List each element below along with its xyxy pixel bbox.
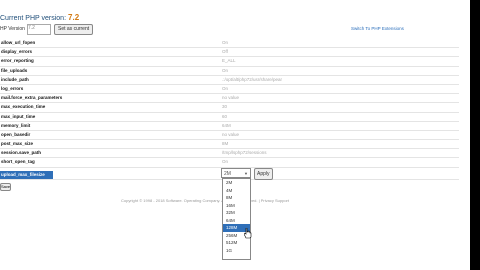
option-name: open_basedir [1, 131, 31, 137]
set-as-current-button[interactable]: Set as current [54, 24, 94, 35]
table-row: max_execution_time 30 [0, 103, 459, 113]
hand-cursor-icon [244, 228, 252, 239]
option-value[interactable]: 8M [222, 140, 228, 148]
option-name: include_path [1, 76, 29, 82]
php-version-row: HP Version 7.2 Set as current [0, 24, 94, 35]
option-value[interactable]: E_ALL [222, 57, 236, 65]
table-row: mail.force_extra_parameters no value [0, 94, 459, 104]
php-version-label: HP Version [0, 26, 25, 32]
filesize-dropdown-list[interactable]: 2M 4M 8M 16M 32M 64M 128M 256M 512M 1G [222, 178, 251, 260]
current-version: 7.2 [68, 13, 80, 22]
option-name: max_input_time [1, 113, 36, 119]
php-version-select[interactable]: 7.2 [27, 24, 51, 35]
switch-to-extensions-link[interactable]: Switch To PHP Extensions [351, 26, 404, 31]
title-prefix: Current PHP version: [0, 15, 67, 22]
option-value[interactable]: On [222, 39, 228, 47]
option-value[interactable]: Off [222, 48, 228, 56]
dropdown-option[interactable]: 4M [223, 187, 250, 195]
option-name: memory_limit [1, 122, 31, 128]
table-row: include_path .:/opt/alt/php72/usr/share/p… [0, 76, 459, 85]
dropdown-option[interactable]: 8M [223, 194, 250, 202]
page-title: Current PHP version: 7.2 [0, 13, 79, 22]
dropdown-option[interactable]: 2M [223, 179, 250, 187]
dropdown-option[interactable]: 512M [223, 239, 250, 247]
table-row: error_reporting E_ALL [0, 57, 459, 67]
save-button[interactable]: Save [0, 183, 11, 191]
option-name: post_max_size [1, 141, 34, 147]
php-selector-panel: Current PHP version: 7.2 HP Version 7.2 S… [0, 0, 470, 270]
select-value: 2M [224, 170, 231, 177]
dropdown-option[interactable]: 16M [223, 202, 250, 210]
table-row: log_errors On [0, 85, 459, 95]
option-value[interactable]: 64M [222, 122, 231, 130]
option-name: mail.force_extra_parameters [1, 95, 63, 101]
option-name: allow_url_fopen [1, 40, 36, 45]
option-name: log_errors [1, 85, 24, 91]
apply-button[interactable]: Apply [254, 167, 273, 180]
upload-max-filesize-select[interactable]: 2M ▼ [221, 167, 251, 178]
table-row: session.save_path/tmp/lsphp72/sessions [0, 149, 459, 159]
table-row: post_max_size 8M [0, 140, 459, 150]
table-row: allow_url_fopen On [0, 39, 459, 49]
dropdown-option[interactable]: 1G [223, 247, 250, 255]
option-value[interactable]: .:/opt/alt/php72/usr/share/pear [222, 76, 282, 84]
option-value[interactable]: On [222, 85, 228, 93]
option-value[interactable]: On [222, 67, 228, 75]
table-row: file_uploads On [0, 67, 459, 76]
table-row: display_errors Off [0, 48, 459, 58]
option-value[interactable]: no value [222, 131, 239, 139]
option-value[interactable]: no value [222, 94, 239, 102]
option-value[interactable]: On [222, 158, 228, 166]
option-value[interactable]: /tmp/lsphp72/sessions [222, 149, 267, 157]
option-value[interactable]: 30 [222, 103, 227, 111]
options-table: allow_url_fopen On display_errors Off erro… [0, 39, 459, 180]
php-version-select-value: 7.2 [28, 25, 35, 31]
table-row: short_open_tag On [0, 158, 459, 168]
table-row: open_basedir no value [0, 131, 459, 141]
option-name-selected: upload_max_filesize [0, 170, 53, 179]
option-name: session.save_path [1, 150, 42, 156]
dropdown-option[interactable]: 32M [223, 209, 250, 217]
table-row: memory_limit 64M [0, 122, 459, 131]
option-value[interactable]: 60 [222, 113, 227, 121]
option-name: display_errors [1, 49, 33, 55]
dropdown-option[interactable]: 64M [223, 217, 250, 225]
footer-copyright: Copyright © 1998 - 2018 Software. Operat… [121, 198, 289, 203]
option-name: short_open_tag [1, 159, 35, 165]
option-name: file_uploads [1, 67, 28, 73]
option-name: max_execution_time [1, 104, 46, 110]
table-row: max_input_time 60 [0, 113, 459, 122]
option-name: error_reporting [1, 58, 34, 64]
